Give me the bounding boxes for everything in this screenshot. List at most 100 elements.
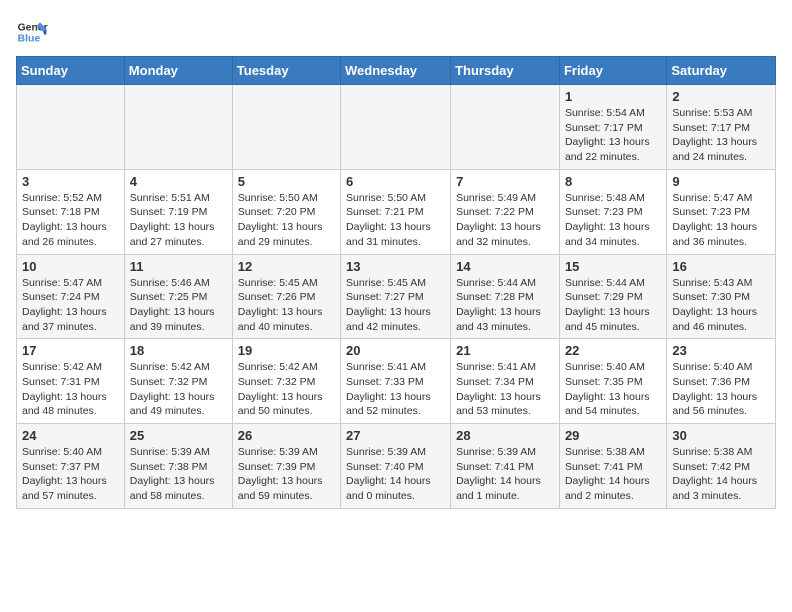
calendar-cell: 23 Sunrise: 5:40 AM Sunset: 7:36 PM Dayli…	[667, 339, 776, 424]
logo-icon: General Blue	[16, 16, 48, 48]
day-number: 30	[672, 428, 770, 443]
day-content: Sunrise: 5:39 AM Sunset: 7:41 PM Dayligh…	[456, 445, 554, 504]
calendar-week-row: 1 Sunrise: 5:54 AM Sunset: 7:17 PM Daylig…	[17, 85, 776, 170]
day-number: 26	[238, 428, 335, 443]
day-number: 20	[346, 343, 445, 358]
day-of-week-header: Sunday	[17, 57, 125, 85]
day-content: Sunrise: 5:41 AM Sunset: 7:34 PM Dayligh…	[456, 360, 554, 419]
day-content: Sunrise: 5:44 AM Sunset: 7:28 PM Dayligh…	[456, 276, 554, 335]
day-content: Sunrise: 5:40 AM Sunset: 7:36 PM Dayligh…	[672, 360, 770, 419]
calendar-week-row: 10 Sunrise: 5:47 AM Sunset: 7:24 PM Dayli…	[17, 254, 776, 339]
calendar-cell: 7 Sunrise: 5:49 AM Sunset: 7:22 PM Daylig…	[451, 169, 560, 254]
day-number: 13	[346, 259, 445, 274]
day-number: 7	[456, 174, 554, 189]
day-of-week-header: Monday	[124, 57, 232, 85]
calendar-cell	[124, 85, 232, 170]
calendar-cell: 1 Sunrise: 5:54 AM Sunset: 7:17 PM Daylig…	[559, 85, 666, 170]
calendar-cell	[341, 85, 451, 170]
calendar-cell: 4Sunrise: 5:51 AM Sunset: 7:19 PM Daylig…	[124, 169, 232, 254]
svg-text:Blue: Blue	[18, 34, 41, 45]
day-content: Sunrise: 5:40 AM Sunset: 7:35 PM Dayligh…	[565, 360, 661, 419]
day-content: Sunrise: 5:45 AM Sunset: 7:27 PM Dayligh…	[346, 276, 445, 335]
day-number: 14	[456, 259, 554, 274]
day-content: Sunrise: 5:43 AM Sunset: 7:30 PM Dayligh…	[672, 276, 770, 335]
calendar-cell: 12 Sunrise: 5:45 AM Sunset: 7:26 PM Dayli…	[232, 254, 340, 339]
calendar-cell: 6 Sunrise: 5:50 AM Sunset: 7:21 PM Daylig…	[341, 169, 451, 254]
calendar-cell: 13 Sunrise: 5:45 AM Sunset: 7:27 PM Dayli…	[341, 254, 451, 339]
calendar-week-row: 3 Sunrise: 5:52 AM Sunset: 7:18 PM Daylig…	[17, 169, 776, 254]
day-number: 27	[346, 428, 445, 443]
day-number: 29	[565, 428, 661, 443]
day-number: 11	[130, 259, 227, 274]
day-of-week-header: Saturday	[667, 57, 776, 85]
day-number: 28	[456, 428, 554, 443]
day-number: 17	[22, 343, 119, 358]
calendar-cell: 20 Sunrise: 5:41 AM Sunset: 7:33 PM Dayli…	[341, 339, 451, 424]
day-content: Sunrise: 5:38 AM Sunset: 7:41 PM Dayligh…	[565, 445, 661, 504]
calendar-week-row: 17 Sunrise: 5:42 AM Sunset: 7:31 PM Dayli…	[17, 339, 776, 424]
day-number: 12	[238, 259, 335, 274]
day-number: 5	[238, 174, 335, 189]
day-of-week-header: Wednesday	[341, 57, 451, 85]
calendar-cell: 16 Sunrise: 5:43 AM Sunset: 7:30 PM Dayli…	[667, 254, 776, 339]
day-number: 1	[565, 89, 661, 104]
calendar-cell: 29 Sunrise: 5:38 AM Sunset: 7:41 PM Dayli…	[559, 424, 666, 509]
calendar-cell: 5 Sunrise: 5:50 AM Sunset: 7:20 PM Daylig…	[232, 169, 340, 254]
day-number: 2	[672, 89, 770, 104]
calendar-cell: 19 Sunrise: 5:42 AM Sunset: 7:32 PM Dayli…	[232, 339, 340, 424]
calendar-cell: 2 Sunrise: 5:53 AM Sunset: 7:17 PM Daylig…	[667, 85, 776, 170]
day-content: Sunrise: 5:41 AM Sunset: 7:33 PM Dayligh…	[346, 360, 445, 419]
day-of-week-header: Tuesday	[232, 57, 340, 85]
calendar-cell: 28 Sunrise: 5:39 AM Sunset: 7:41 PM Dayli…	[451, 424, 560, 509]
calendar-cell	[451, 85, 560, 170]
calendar-cell: 24 Sunrise: 5:40 AM Sunset: 7:37 PM Dayli…	[17, 424, 125, 509]
day-content: Sunrise: 5:42 AM Sunset: 7:31 PM Dayligh…	[22, 360, 119, 419]
calendar-cell	[17, 85, 125, 170]
calendar-cell: 15Sunrise: 5:44 AM Sunset: 7:29 PM Dayli…	[559, 254, 666, 339]
day-content: Sunrise: 5:53 AM Sunset: 7:17 PM Dayligh…	[672, 106, 770, 165]
day-content: Sunrise: 5:42 AM Sunset: 7:32 PM Dayligh…	[238, 360, 335, 419]
day-content: Sunrise: 5:48 AM Sunset: 7:23 PM Dayligh…	[565, 191, 661, 250]
calendar-cell: 3 Sunrise: 5:52 AM Sunset: 7:18 PM Daylig…	[17, 169, 125, 254]
day-number: 8	[565, 174, 661, 189]
logo: General Blue	[16, 16, 48, 48]
day-number: 23	[672, 343, 770, 358]
day-number: 10	[22, 259, 119, 274]
day-content: Sunrise: 5:50 AM Sunset: 7:20 PM Dayligh…	[238, 191, 335, 250]
calendar-cell: 30 Sunrise: 5:38 AM Sunset: 7:42 PM Dayli…	[667, 424, 776, 509]
calendar-cell: 10 Sunrise: 5:47 AM Sunset: 7:24 PM Dayli…	[17, 254, 125, 339]
calendar-week-row: 24 Sunrise: 5:40 AM Sunset: 7:37 PM Dayli…	[17, 424, 776, 509]
calendar-cell: 17 Sunrise: 5:42 AM Sunset: 7:31 PM Dayli…	[17, 339, 125, 424]
calendar-cell: 18Sunrise: 5:42 AM Sunset: 7:32 PM Dayli…	[124, 339, 232, 424]
day-content: Sunrise: 5:40 AM Sunset: 7:37 PM Dayligh…	[22, 445, 119, 504]
calendar-cell: 8 Sunrise: 5:48 AM Sunset: 7:23 PM Daylig…	[559, 169, 666, 254]
day-content: Sunrise: 5:47 AM Sunset: 7:23 PM Dayligh…	[672, 191, 770, 250]
day-content: Sunrise: 5:39 AM Sunset: 7:40 PM Dayligh…	[346, 445, 445, 504]
day-content: Sunrise: 5:47 AM Sunset: 7:24 PM Dayligh…	[22, 276, 119, 335]
day-number: 19	[238, 343, 335, 358]
calendar-cell: 9 Sunrise: 5:47 AM Sunset: 7:23 PM Daylig…	[667, 169, 776, 254]
calendar: SundayMondayTuesdayWednesdayThursdayFrid…	[16, 56, 776, 509]
day-of-week-header: Thursday	[451, 57, 560, 85]
day-content: Sunrise: 5:44 AM Sunset: 7:29 PM Dayligh…	[565, 276, 661, 335]
calendar-header-row: SundayMondayTuesdayWednesdayThursdayFrid…	[17, 57, 776, 85]
calendar-cell: 26Sunrise: 5:39 AM Sunset: 7:39 PM Dayli…	[232, 424, 340, 509]
day-number: 3	[22, 174, 119, 189]
day-content: Sunrise: 5:38 AM Sunset: 7:42 PM Dayligh…	[672, 445, 770, 504]
day-number: 24	[22, 428, 119, 443]
day-content: Sunrise: 5:39 AM Sunset: 7:38 PM Dayligh…	[130, 445, 227, 504]
day-of-week-header: Friday	[559, 57, 666, 85]
day-content: Sunrise: 5:50 AM Sunset: 7:21 PM Dayligh…	[346, 191, 445, 250]
calendar-cell	[232, 85, 340, 170]
day-number: 21	[456, 343, 554, 358]
day-content: Sunrise: 5:49 AM Sunset: 7:22 PM Dayligh…	[456, 191, 554, 250]
day-number: 22	[565, 343, 661, 358]
day-number: 6	[346, 174, 445, 189]
day-number: 9	[672, 174, 770, 189]
day-number: 16	[672, 259, 770, 274]
day-content: Sunrise: 5:51 AM Sunset: 7:19 PM Dayligh…	[130, 191, 227, 250]
day-content: Sunrise: 5:54 AM Sunset: 7:17 PM Dayligh…	[565, 106, 661, 165]
calendar-cell: 11Sunrise: 5:46 AM Sunset: 7:25 PM Dayli…	[124, 254, 232, 339]
day-content: Sunrise: 5:45 AM Sunset: 7:26 PM Dayligh…	[238, 276, 335, 335]
day-content: Sunrise: 5:52 AM Sunset: 7:18 PM Dayligh…	[22, 191, 119, 250]
